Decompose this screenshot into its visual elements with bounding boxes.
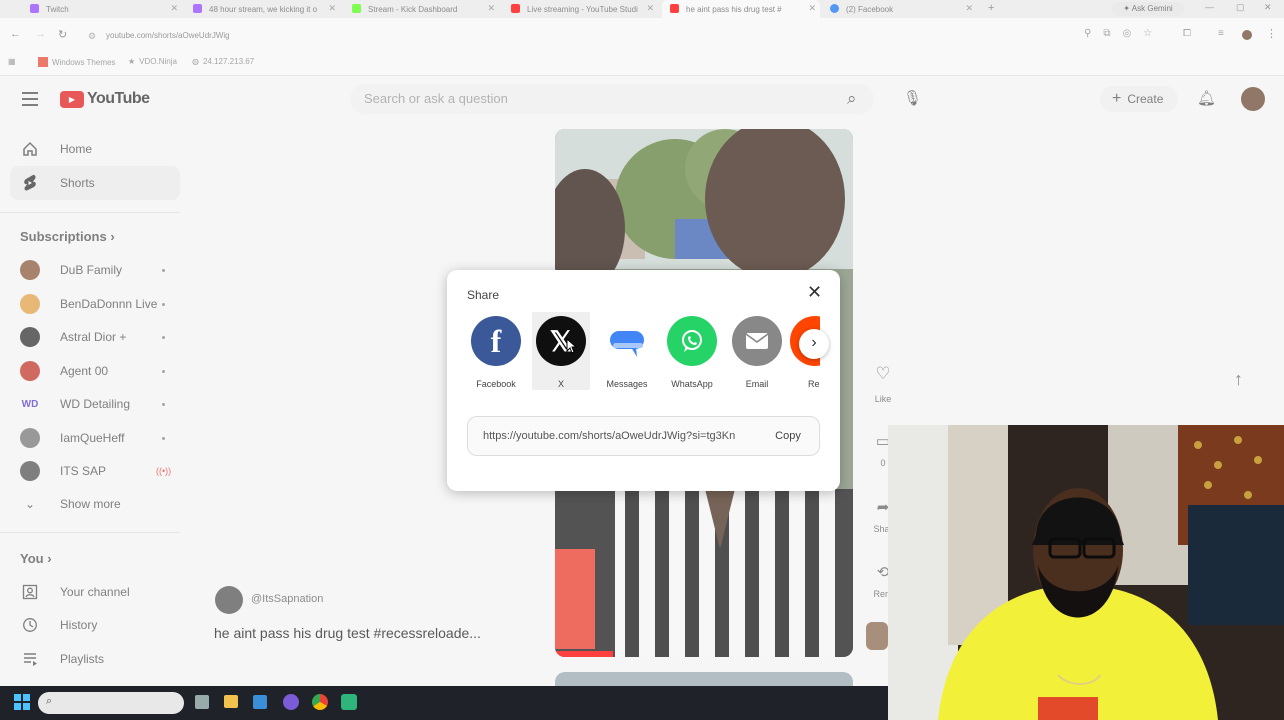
- share-option-label: Messages: [606, 379, 648, 389]
- share-email-button[interactable]: Email: [727, 316, 787, 389]
- share-x-button[interactable]: 𝕏 X: [532, 312, 590, 390]
- app-icon[interactable]: [341, 694, 357, 710]
- whatsapp-icon: [667, 316, 717, 366]
- share-option-label: Re: [808, 379, 820, 389]
- share-link-box: https://youtube.com/shorts/aOweUdrJWig?s…: [467, 416, 820, 456]
- share-facebook-button[interactable]: f Facebook: [466, 316, 526, 389]
- share-option-label: X: [557, 379, 564, 389]
- store-icon[interactable]: [253, 695, 267, 709]
- taskbar-search-input[interactable]: ⌕: [38, 692, 184, 714]
- file-explorer-icon[interactable]: [224, 695, 238, 708]
- share-option-label: Facebook: [476, 379, 516, 389]
- share-dialog: Share ✕ f Facebook 𝕏 X Messages WhatsApp…: [447, 270, 840, 491]
- windows-taskbar: ⌕: [0, 686, 888, 720]
- share-option-label: WhatsApp: [671, 379, 713, 389]
- facebook-icon: f: [471, 316, 521, 366]
- share-whatsapp-button[interactable]: WhatsApp: [662, 316, 722, 389]
- webcam-overlay: [888, 425, 1284, 720]
- email-icon: [732, 316, 782, 366]
- messages-icon: [602, 316, 652, 366]
- x-logo-icon: 𝕏: [536, 316, 586, 366]
- webcam-feed: [888, 425, 1284, 720]
- share-link-input[interactable]: https://youtube.com/shorts/aOweUdrJWig?s…: [483, 430, 755, 442]
- share-dialog-title: Share: [467, 288, 500, 302]
- close-icon[interactable]: ✕: [807, 282, 822, 303]
- share-messages-button[interactable]: Messages: [597, 316, 657, 389]
- share-option-label: Email: [745, 379, 769, 389]
- share-next-arrow-button[interactable]: ›: [799, 329, 829, 359]
- app-icon[interactable]: [283, 694, 299, 710]
- mouse-cursor-icon: [566, 337, 578, 359]
- chrome-icon[interactable]: [312, 694, 328, 710]
- copy-link-button[interactable]: Copy: [764, 423, 812, 449]
- task-view-icon[interactable]: [195, 695, 209, 709]
- windows-start-icon[interactable]: [14, 694, 30, 710]
- search-icon: ⌕: [46, 695, 53, 707]
